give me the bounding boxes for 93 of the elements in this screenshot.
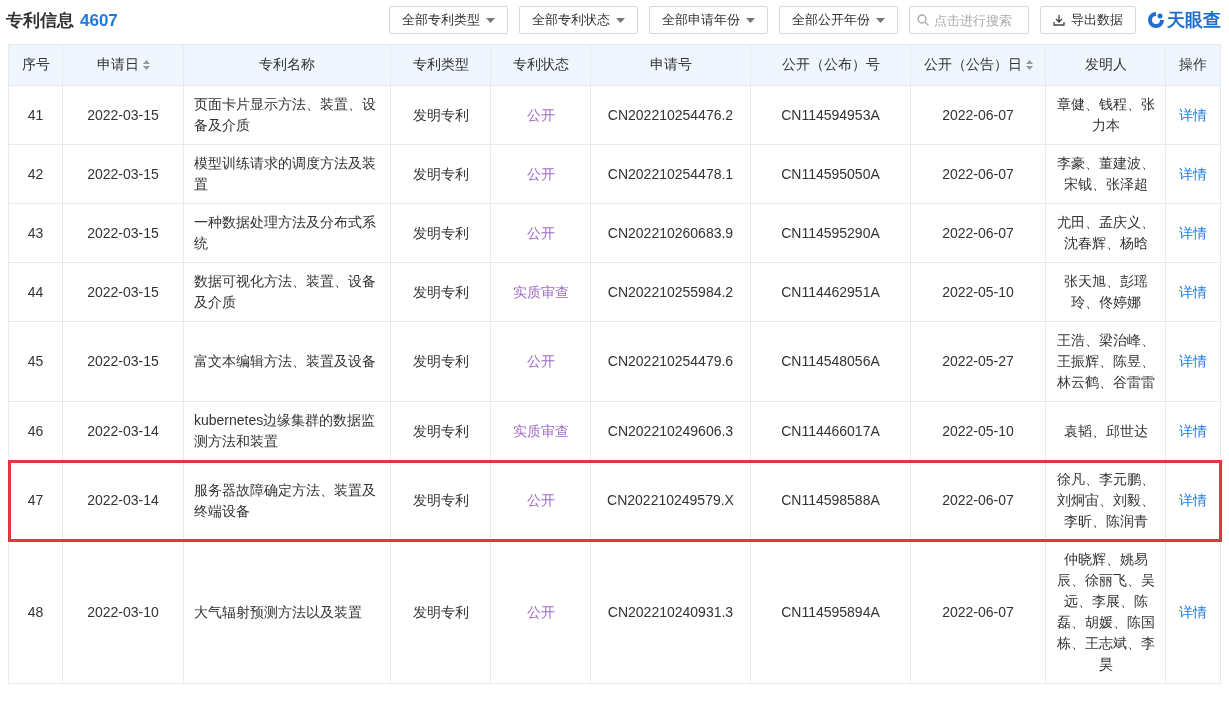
logo-icon (1147, 11, 1165, 29)
column-header: 申请号 (590, 44, 751, 86)
inventors-cell: 章健、钱程、张力本 (1045, 85, 1166, 145)
table-cell: CN202210254478.1 (590, 144, 751, 204)
table-cell: 发明专利 (390, 321, 491, 402)
caret-icon (616, 17, 625, 23)
result-count: 4607 (80, 10, 118, 31)
column-header: 操作 (1165, 44, 1221, 86)
table-cell: CN114548056A (750, 321, 911, 402)
filter-dropdown[interactable]: 全部专利状态 (519, 6, 638, 34)
table-cell: 2022-06-07 (910, 144, 1046, 204)
column-header: 公开（公布）号 (750, 44, 911, 86)
column-header: 序号 (8, 44, 63, 86)
column-header: 专利类型 (390, 44, 491, 86)
table-cell: 2022-05-10 (910, 262, 1046, 322)
table-cell: CN114595050A (750, 144, 911, 204)
search-icon (917, 14, 929, 26)
column-header: 专利名称 (183, 44, 391, 86)
status-text: 公开 (526, 603, 555, 620)
row-number: 43 (8, 203, 63, 263)
table-cell: 2022-03-15 (62, 262, 184, 322)
details-link[interactable]: 详情 (1179, 492, 1207, 508)
table-cell: CN114595290A (750, 203, 911, 263)
table-cell: 发明专利 (390, 144, 491, 204)
row-number: 46 (8, 401, 63, 461)
table-cell: CN202210254479.6 (590, 321, 751, 402)
row-number: 45 (8, 321, 63, 402)
details-link[interactable]: 详情 (1179, 283, 1207, 300)
column-header[interactable]: 公开（公告）日 (910, 44, 1046, 86)
table-cell: CN114594953A (750, 85, 911, 145)
status-text: 实质审查 (512, 283, 569, 300)
table-cell: 2022-03-15 (62, 85, 184, 145)
table-cell: 发明专利 (390, 203, 491, 263)
sort-icon (142, 60, 150, 70)
details-link[interactable]: 详情 (1179, 353, 1207, 369)
section-title: 专利信息 (6, 9, 74, 32)
details-link[interactable]: 详情 (1179, 106, 1207, 123)
row-number: 42 (8, 144, 63, 204)
patent-name: 一种数据处理方法及分布式系统 (183, 203, 391, 263)
table-cell: 2022-03-15 (62, 144, 184, 204)
details-link[interactable]: 详情 (1179, 165, 1207, 182)
table-cell: 2022-05-27 (910, 321, 1046, 402)
status-text: 公开 (526, 492, 555, 508)
inventors-cell: 仲晓辉、姚易辰、徐丽飞、吴远、李展、陈磊、胡媛、陈国栋、王志斌、李昊 (1045, 540, 1166, 684)
search-field[interactable]: 点击进行搜索 (909, 6, 1029, 34)
column-header: 发明人 (1045, 44, 1166, 86)
column-header[interactable]: 申请日 (62, 44, 184, 86)
table-cell: 2022-03-10 (62, 540, 184, 684)
row-number: 48 (8, 540, 63, 684)
logo-text: 天眼查 (1167, 9, 1221, 32)
table-cell: CN114595894A (750, 540, 911, 684)
row-number: 41 (8, 85, 63, 145)
column-header: 专利状态 (490, 44, 591, 86)
status-text: 实质审查 (512, 422, 569, 439)
row-number: 44 (8, 262, 63, 322)
download-icon (1053, 14, 1065, 26)
inventors-cell: 王浩、梁治峰、王振辉、陈昱、林云鹤、谷雷雷 (1045, 321, 1166, 402)
caret-icon (486, 17, 495, 23)
caret-icon (876, 17, 885, 23)
patent-name: 富文本编辑方法、装置及设备 (183, 321, 391, 402)
filter-dropdown[interactable]: 全部申请年份 (649, 6, 768, 34)
patent-name: 模型训练请求的调度方法及装置 (183, 144, 391, 204)
details-link[interactable]: 详情 (1179, 422, 1207, 439)
details-link[interactable]: 详情 (1179, 224, 1207, 241)
patent-name: 大气辐射预测方法以及装置 (183, 540, 391, 684)
table-cell: 发明专利 (390, 262, 491, 322)
table-cell: 2022-03-15 (62, 203, 184, 263)
inventors-cell: 李豪、董建波、宋钺、张泽超 (1045, 144, 1166, 204)
patent-name: 数据可视化方法、装置、设备及介质 (183, 262, 391, 322)
patent-name: 页面卡片显示方法、装置、设备及介质 (183, 85, 391, 145)
filter-dropdown[interactable]: 全部公开年份 (779, 6, 898, 34)
inventors-cell: 尤田、孟庆义、沈春辉、杨晗 (1045, 203, 1166, 263)
status-text: 公开 (526, 165, 555, 182)
table-cell: CN114462951A (750, 262, 911, 322)
status-text: 公开 (526, 224, 555, 241)
inventors-cell: 张天旭、彭瑶玲、佟婷娜 (1045, 262, 1166, 322)
table-cell: CN202210260683.9 (590, 203, 751, 263)
details-link[interactable]: 详情 (1179, 603, 1207, 620)
table-cell: 发明专利 (390, 85, 491, 145)
export-button[interactable]: 导出数据 (1040, 6, 1136, 34)
status-text: 公开 (526, 353, 555, 369)
table-cell: 2022-06-07 (910, 540, 1046, 684)
table-cell: CN202210254476.2 (590, 85, 751, 145)
status-text: 公开 (526, 106, 555, 123)
sort-icon (1025, 60, 1033, 70)
table-cell: 2022-06-07 (910, 203, 1046, 263)
table-cell: 发明专利 (390, 540, 491, 684)
table-cell: 2022-06-07 (910, 85, 1046, 145)
table-cell: CN202210240931.3 (590, 540, 751, 684)
table-cell: CN202210255984.2 (590, 262, 751, 322)
table-cell: 2022-03-15 (62, 321, 184, 402)
caret-icon (746, 17, 755, 23)
filter-dropdown[interactable]: 全部专利类型 (389, 6, 508, 34)
